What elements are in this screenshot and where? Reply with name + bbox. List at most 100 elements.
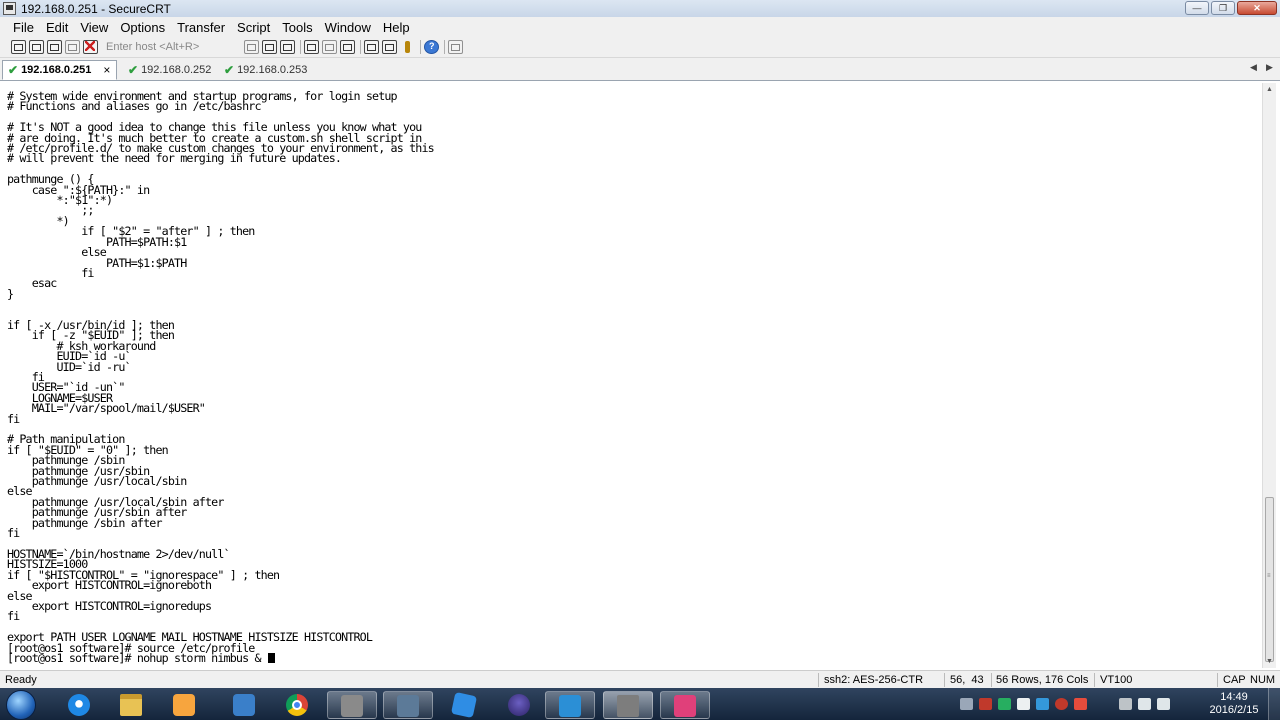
terminal-line: MAIL="/var/spool/mail/$USER" <box>7 401 206 416</box>
taskbar-blue-app[interactable] <box>440 691 490 719</box>
status-divider <box>944 673 945 687</box>
taskbar-pink-app[interactable] <box>660 691 710 719</box>
tab-label: 192.168.0.253 <box>237 64 308 76</box>
menu-file[interactable]: File <box>0 20 40 35</box>
taskbar-network-app[interactable] <box>220 691 270 719</box>
tray-network-icon[interactable] <box>1138 698 1151 710</box>
taskbar-securecrt[interactable] <box>603 691 653 719</box>
reconnect-icon[interactable] <box>65 40 80 54</box>
minimize-button[interactable]: — <box>1185 1 1209 15</box>
start-button[interactable] <box>6 690 36 720</box>
scrollbar-thumb[interactable]: ≡ <box>1265 497 1274 662</box>
session-options-icon[interactable] <box>364 40 379 54</box>
help-icon[interactable] <box>424 40 439 54</box>
scroll-up-arrow-icon[interactable]: ▲ <box>1263 83 1276 96</box>
copy-icon[interactable] <box>244 40 259 54</box>
clock-date: 2016/2/15 <box>1209 704 1259 716</box>
menu-edit[interactable]: Edit <box>40 20 74 35</box>
taskbar-eclipse[interactable] <box>495 691 545 719</box>
toolbar <box>0 37 1280 58</box>
global-options-icon[interactable] <box>382 40 397 54</box>
menu-window[interactable]: Window <box>319 20 377 35</box>
tab-192-168-0-252[interactable]: ✔ 192.168.0.252 <box>123 60 211 80</box>
menu-help[interactable]: Help <box>377 20 416 35</box>
toolbar-separator <box>360 40 361 54</box>
status-ready: Ready <box>5 674 37 686</box>
tray-green-icon[interactable] <box>998 698 1011 710</box>
quick-connect-icon[interactable] <box>29 40 44 54</box>
show-desktop-button[interactable] <box>1268 688 1280 720</box>
tab-close-icon[interactable]: × <box>103 63 110 77</box>
tray-red-icon[interactable] <box>979 698 992 710</box>
terminal-line: [root@os1 software]# nohup storm nimbus … <box>7 650 267 665</box>
status-caps-lock: CAP <box>1223 674 1246 686</box>
system-tray <box>960 698 1170 710</box>
tray-keyboard-icon[interactable] <box>960 698 973 710</box>
sftp-icon[interactable] <box>448 40 463 54</box>
taskbar-settings-app[interactable] <box>327 691 377 719</box>
taskbar-explorer[interactable] <box>107 691 157 719</box>
menu-view[interactable]: View <box>74 20 114 35</box>
menu-options[interactable]: Options <box>114 20 171 35</box>
maximize-button[interactable]: ❐ <box>1211 1 1235 15</box>
media-player-icon <box>173 694 195 716</box>
print-selection-icon[interactable] <box>322 40 337 54</box>
taskbar-clock[interactable]: 14:49 2016/2/15 <box>1208 691 1260 717</box>
tray-shield-icon[interactable] <box>1055 698 1068 710</box>
menu-bar: File Edit View Options Transfer Script T… <box>0 17 1280 37</box>
menu-script[interactable]: Script <box>231 20 276 35</box>
toolbar-separator <box>300 40 301 54</box>
disconnect-icon[interactable] <box>83 40 98 54</box>
virtual-machine-icon <box>559 695 581 717</box>
terminal-line: export HISTCONTROL=ignoreboth <box>7 578 212 593</box>
terminal-line: fi <box>7 411 20 426</box>
tab-scroll-right-icon[interactable]: ▶ <box>1266 62 1273 73</box>
tab-label: 192.168.0.252 <box>141 64 212 76</box>
taskbar-media-player[interactable] <box>160 691 210 719</box>
scroll-down-arrow-icon[interactable]: ▼ <box>1263 655 1276 668</box>
connect-in-tab-icon[interactable] <box>47 40 62 54</box>
menu-transfer[interactable]: Transfer <box>171 20 231 35</box>
internet-explorer-icon <box>68 694 90 716</box>
tray-app-icon[interactable] <box>1074 698 1087 710</box>
folder-icon <box>120 694 142 716</box>
scrollbar-grip-icon: ≡ <box>1267 573 1271 579</box>
tab-192-168-0-253[interactable]: ✔ 192.168.0.253 <box>219 60 307 80</box>
blue-app-icon <box>450 691 478 719</box>
terminal-output: # System wide environment and startup pr… <box>7 90 435 665</box>
print-setup-icon[interactable] <box>340 40 355 54</box>
print-icon[interactable] <box>304 40 319 54</box>
tray-windows-icon[interactable] <box>1017 698 1030 710</box>
taskbar-chrome[interactable] <box>273 691 323 719</box>
terminal-area[interactable]: # System wide environment and startup pr… <box>0 86 1262 668</box>
terminal-line: pathmunge /sbin after <box>7 515 163 530</box>
taskbar-remote-app[interactable] <box>383 691 433 719</box>
close-button[interactable]: ✕ <box>1237 1 1277 15</box>
paste-icon[interactable] <box>262 40 277 54</box>
securecrt-app-icon[interactable] <box>3 2 16 15</box>
tray-people-icon[interactable] <box>1119 698 1132 710</box>
key-icon[interactable] <box>400 40 415 54</box>
taskbar-vm-app[interactable] <box>545 691 595 719</box>
status-cursor-position: 56, 43 <box>950 674 984 686</box>
terminal-line: # Functions and aliases go in /etc/bashr… <box>7 99 262 114</box>
status-divider <box>991 673 992 687</box>
menu-tools[interactable]: Tools <box>276 20 318 35</box>
clock-time: 14:49 <box>1220 691 1248 703</box>
tab-192-168-0-251[interactable]: ✔ 192.168.0.251 × <box>2 60 117 80</box>
terminal-line: pathmunge /usr/local/sbin <box>7 474 188 489</box>
pink-app-icon <box>674 695 696 717</box>
enter-host-input[interactable] <box>104 39 241 55</box>
terminal-line: export HISTCONTROL=ignoredups <box>7 598 212 613</box>
connected-check-icon: ✔ <box>8 63 19 77</box>
tab-scroll-left-icon[interactable]: ◀ <box>1250 62 1257 73</box>
window-controls: — ❐ ✕ <box>1185 1 1277 15</box>
find-icon[interactable] <box>280 40 295 54</box>
connect-icon[interactable] <box>11 40 26 54</box>
tray-blue-icon[interactable] <box>1036 698 1049 710</box>
tray-volume-icon[interactable] <box>1157 698 1170 710</box>
terminal-cursor <box>267 652 275 663</box>
terminal-scrollbar[interactable]: ▲ ≡ ▼ <box>1262 83 1276 668</box>
chrome-icon <box>286 694 308 716</box>
taskbar-ie[interactable] <box>55 691 105 719</box>
